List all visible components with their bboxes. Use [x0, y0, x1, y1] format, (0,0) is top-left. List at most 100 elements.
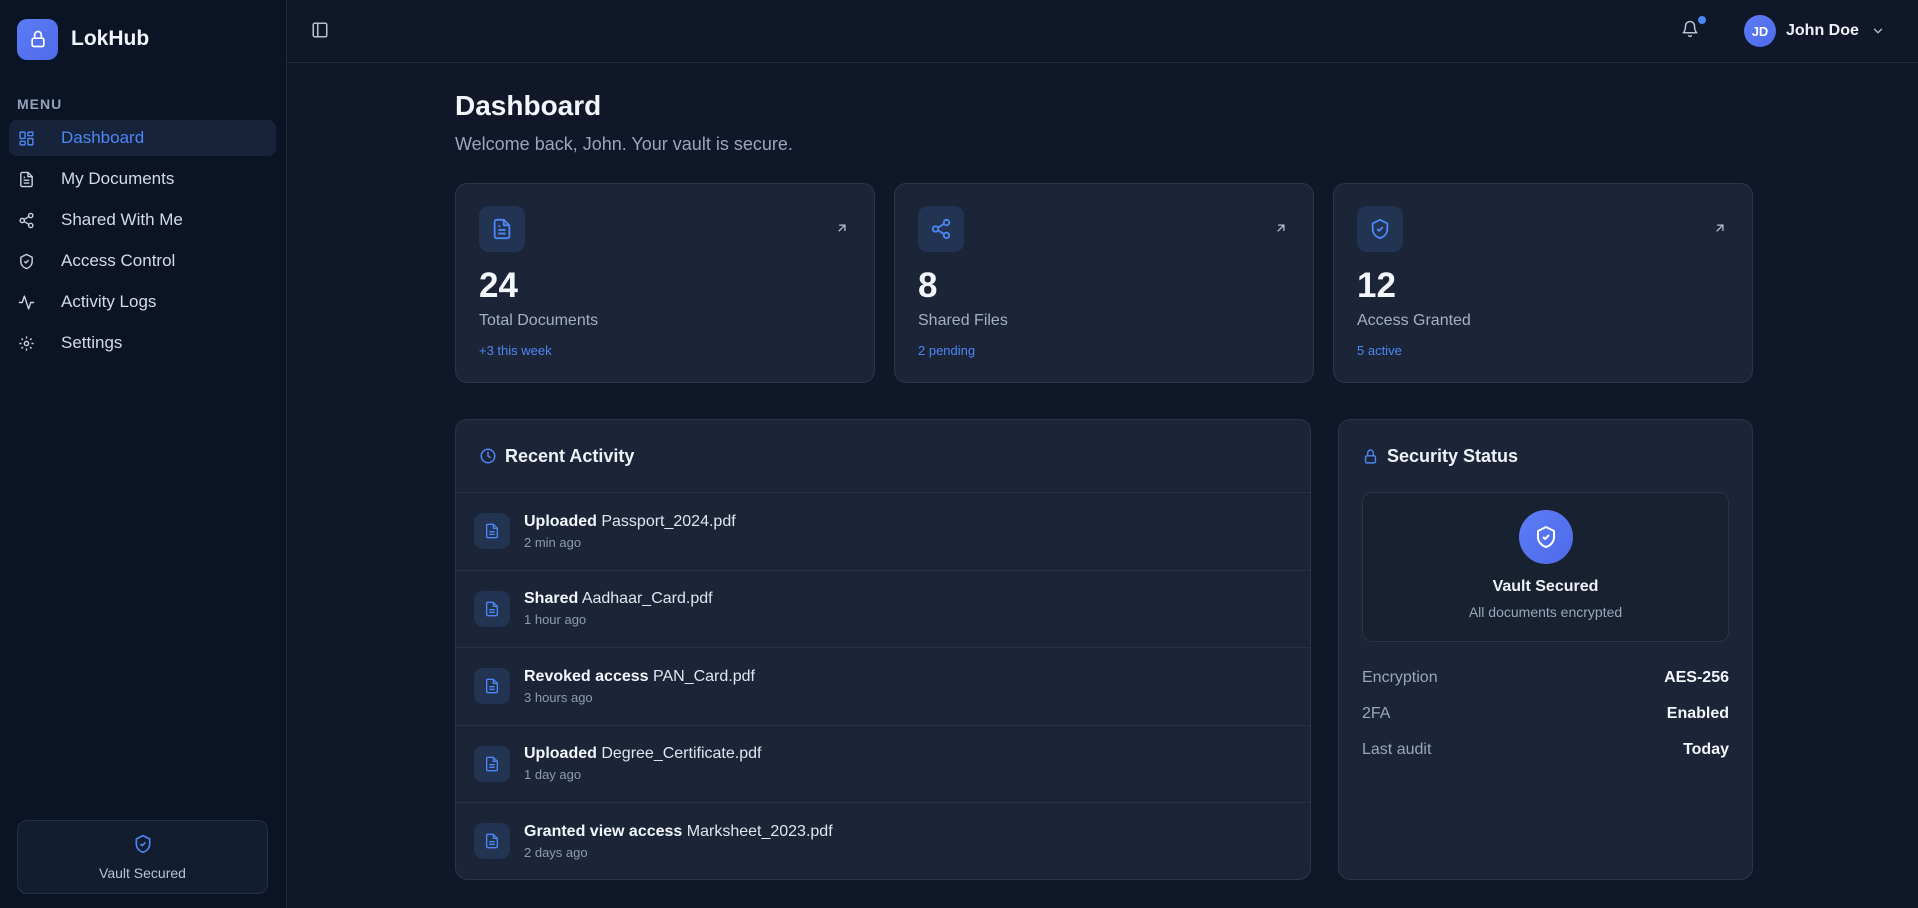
stat-card-access-granted[interactable]: 12 Access Granted 5 active — [1333, 183, 1753, 383]
security-key: Last audit — [1362, 741, 1432, 758]
shield-check-icon — [1518, 510, 1573, 564]
stat-note: 2 pending — [918, 343, 976, 358]
grid-icon — [17, 129, 35, 147]
lock-icon — [1364, 448, 1377, 464]
vault-status-label: Vault Secured — [99, 864, 186, 881]
sidebar-item-label: Shared With Me — [61, 210, 183, 229]
security-row-2fa: 2FA Enabled — [1362, 696, 1729, 732]
panel-header: Recent Activity — [456, 420, 1310, 492]
sidebar-item-shared-with-me[interactable]: Shared With Me — [9, 202, 276, 238]
sidebar-item-dashboard[interactable]: Dashboard — [9, 120, 276, 156]
document-icon — [17, 170, 35, 188]
vault-secured-subtitle: All documents encrypted — [1468, 604, 1623, 620]
activity-time: 3 hours ago — [524, 689, 593, 705]
arrow-up-right-icon — [1716, 224, 1724, 232]
stat-value: 24 — [479, 266, 518, 305]
sidebar-toggle-icon — [312, 22, 328, 38]
sidebar-item-label: My Documents — [61, 169, 175, 188]
document-icon — [474, 823, 510, 860]
sidebar-item-access-control[interactable]: Access Control — [9, 243, 276, 279]
security-key: 2FA — [1362, 705, 1391, 722]
menu-label: MENU — [17, 96, 63, 112]
activity-action: Uploaded — [524, 512, 597, 530]
sidebar-item-label: Settings — [61, 333, 123, 352]
security-value: Enabled — [1666, 705, 1729, 722]
arrow-up-right-icon — [1277, 224, 1285, 232]
activity-item[interactable]: Uploaded Degree_Certificate.pdf 1 day ag… — [456, 724, 1310, 803]
activity-file: Passport_2024.pdf — [601, 512, 736, 530]
activity-time: 2 days ago — [524, 844, 588, 860]
activity-file: PAN_Card.pdf — [652, 667, 755, 685]
sidebar-item-activity-logs[interactable]: Activity Logs — [9, 284, 276, 320]
security-row-encryption: Encryption AES-256 — [1362, 660, 1729, 696]
sidebar: LokHub MENU Dashboard My Documents Share… — [0, 0, 287, 908]
document-icon — [474, 590, 510, 627]
stat-value: 12 — [1357, 266, 1396, 305]
panel-header: Security Status — [1339, 420, 1752, 492]
share-icon — [17, 211, 35, 229]
notifications-button[interactable] — [1681, 16, 1706, 42]
vault-status-box: Vault Secured — [17, 820, 268, 894]
stat-value: 8 — [918, 266, 938, 305]
security-row-last-audit: Last audit Today — [1362, 732, 1729, 768]
avatar: JD — [1744, 15, 1776, 47]
panel-title: Recent Activity — [505, 445, 635, 466]
page-subtitle: Welcome back, John. Your vault is secure… — [455, 134, 793, 154]
panel-title: Security Status — [1387, 445, 1519, 466]
activity-item[interactable]: Uploaded Passport_2024.pdf 2 min ago — [456, 492, 1310, 570]
bell-icon — [1682, 20, 1698, 38]
stat-label: Total Documents — [479, 312, 599, 329]
stats-row: 24 Total Documents +3 this week 8 Shared… — [455, 183, 1753, 383]
activity-icon — [17, 293, 35, 311]
shield-check-icon — [17, 252, 35, 270]
lower-row: Recent Activity Uploaded Passport_2024.p… — [455, 419, 1753, 880]
vault-secured-title: Vault Secured — [1492, 578, 1599, 595]
activity-action: Granted view access — [524, 822, 683, 840]
activity-time: 1 hour ago — [524, 612, 587, 628]
security-status-panel: Security Status Vault Secured All docume… — [1338, 419, 1753, 880]
activity-action: Shared — [524, 590, 579, 608]
activity-file: Aadhaar_Card.pdf — [581, 590, 713, 608]
stat-label: Shared Files — [918, 312, 1008, 329]
user-menu[interactable]: JD John Doe — [1744, 15, 1885, 47]
arrow-up-right-icon — [838, 224, 846, 232]
activity-time: 1 day ago — [524, 767, 582, 783]
stat-note: +3 this week — [479, 343, 552, 358]
clock-icon — [480, 448, 496, 464]
content: Dashboard Welcome back, John. Your vault… — [455, 90, 1753, 880]
share-icon — [918, 206, 964, 252]
document-icon — [479, 206, 525, 252]
activity-action: Revoked access — [524, 667, 649, 685]
activity-file: Degree_Certificate.pdf — [601, 745, 762, 763]
document-icon — [474, 513, 510, 550]
sidebar-item-my-documents[interactable]: My Documents — [9, 161, 276, 197]
shield-check-icon — [133, 834, 153, 859]
chevron-down-icon — [1873, 28, 1883, 34]
sidebar-item-settings[interactable]: Settings — [9, 325, 276, 361]
sidebar-item-label: Access Control — [61, 251, 176, 270]
sidebar-item-label: Dashboard — [61, 128, 145, 147]
main: JD John Doe Dashboard Welcome back, John… — [287, 0, 1918, 908]
lock-icon — [17, 18, 58, 60]
brand[interactable]: LokHub — [0, 0, 286, 78]
activity-file: Marksheet_2023.pdf — [686, 822, 833, 840]
brand-name: LokHub — [71, 27, 150, 50]
gear-icon — [17, 334, 35, 352]
sidebar-item-label: Activity Logs — [61, 292, 157, 311]
activity-time: 2 min ago — [524, 534, 582, 550]
activity-item[interactable]: Shared Aadhaar_Card.pdf 1 hour ago — [456, 569, 1310, 648]
stat-card-shared-files[interactable]: 8 Shared Files 2 pending — [894, 183, 1314, 383]
recent-activity-panel: Recent Activity Uploaded Passport_2024.p… — [455, 419, 1311, 880]
activity-item[interactable]: Revoked access PAN_Card.pdf 3 hours ago — [456, 647, 1310, 725]
activity-item[interactable]: Granted view access Marksheet_2023.pdf 2… — [456, 802, 1310, 880]
page-title: Dashboard — [455, 90, 602, 121]
user-name: John Doe — [1786, 22, 1859, 39]
security-key: Encryption — [1362, 669, 1438, 686]
sidebar-toggle-button[interactable] — [311, 21, 331, 41]
document-icon — [474, 745, 510, 782]
stat-card-total-documents[interactable]: 24 Total Documents +3 this week — [455, 183, 875, 383]
security-value: Today — [1683, 741, 1729, 758]
activity-action: Uploaded — [524, 745, 597, 763]
topbar: JD John Doe — [287, 0, 1918, 63]
shield-check-icon — [1357, 206, 1403, 252]
